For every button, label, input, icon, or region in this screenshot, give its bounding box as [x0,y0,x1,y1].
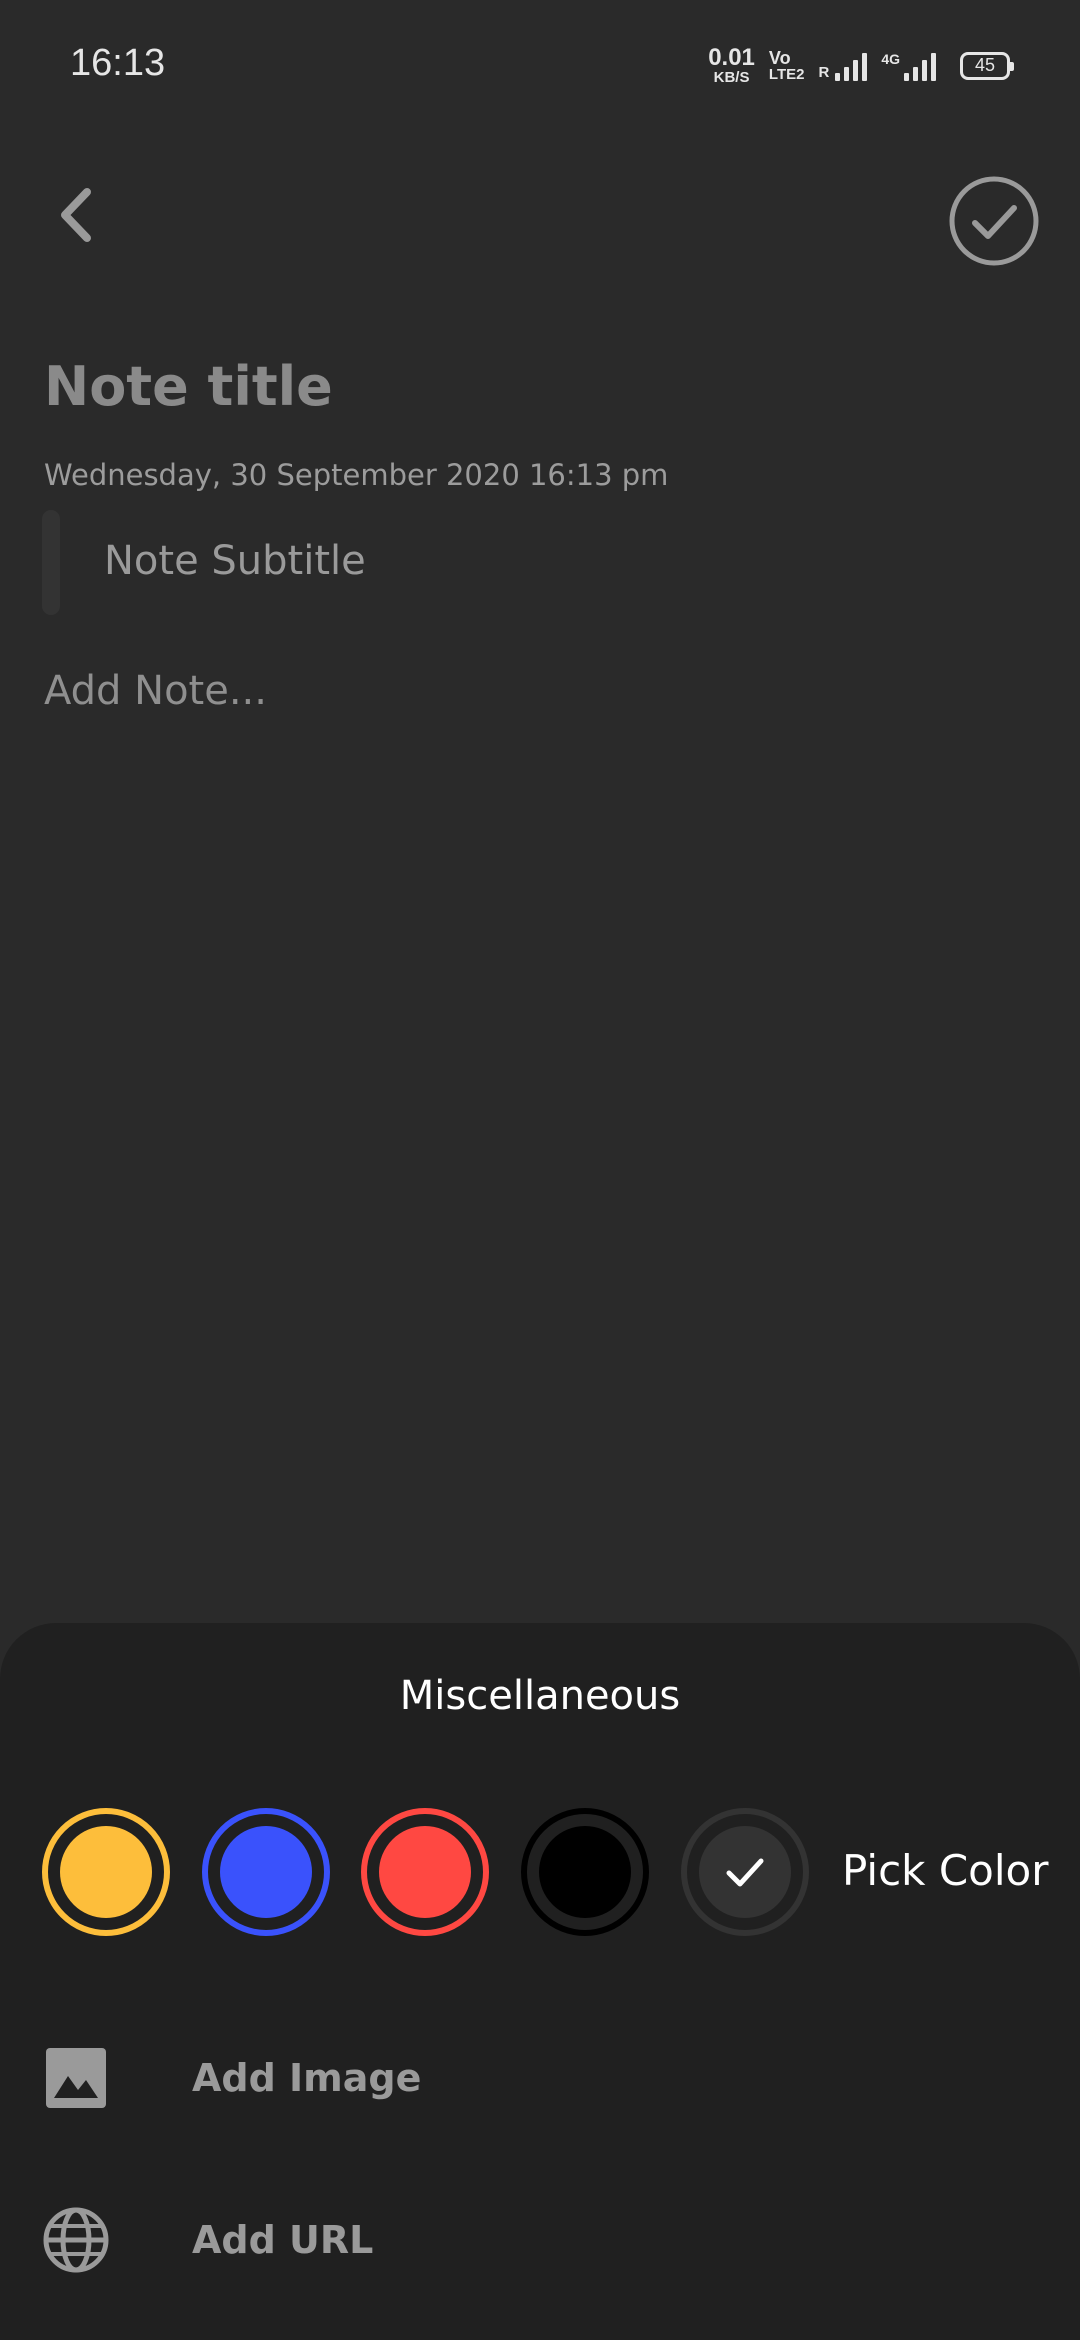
status-icons: 0.01 KB/S Vo LTE2 R 4G 45 [708,44,1014,86]
add-image-option[interactable]: Add Image [40,2033,1040,2123]
image-icon [40,2042,112,2114]
network-type-label: 4G [881,50,900,67]
color-fill-blue [220,1826,312,1918]
volte-top: Vo [768,48,791,68]
network-speed-value: 0.01 [708,44,755,71]
battery-icon: 45 [960,51,1014,80]
pick-color-label[interactable]: Pick Color [842,1846,1049,1895]
note-subtitle-input[interactable]: Note Subtitle [104,538,366,584]
color-swatch-black[interactable] [521,1808,649,1936]
network-speed: 0.01 KB/S [708,44,755,86]
add-url-label: Add URL [192,2218,374,2262]
volte-bottom: LTE2 [768,66,805,83]
color-picker-row: Pick Color [0,1808,1080,1938]
miscellaneous-sheet: Miscellaneous Pick Color Add Image Add U… [0,1623,1080,2340]
back-button[interactable] [40,180,110,250]
color-fill-black [539,1826,631,1918]
globe-icon [40,2204,112,2276]
color-fill-default [699,1826,791,1918]
signal-icon-2 [904,51,936,81]
status-bar: 16:13 0.01 KB/S Vo LTE2 R 4G 45 [0,0,1080,130]
sheet-title[interactable]: Miscellaneous [0,1673,1080,1719]
roaming-label: R [818,64,830,81]
volte-indicator: Vo LTE2 [769,49,805,82]
subtitle-indicator-bar [42,510,60,615]
color-swatch-blue[interactable] [202,1808,330,1936]
save-note-button[interactable] [948,175,1040,267]
add-url-option[interactable]: Add URL [40,2195,1040,2285]
color-swatch-red[interactable] [361,1808,489,1936]
signal-icon [835,51,868,81]
color-swatch-yellow[interactable] [42,1808,170,1936]
color-swatch-default[interactable] [681,1808,809,1936]
status-time: 16:13 [70,42,166,84]
note-datetime: Wednesday, 30 September 2020 16:13 pm [44,458,669,492]
network-speed-unit: KB/S [713,69,750,86]
color-fill-red [379,1826,471,1918]
battery-level: 45 [974,55,996,75]
add-image-label: Add Image [192,2056,422,2100]
check-circle-icon [949,176,1039,266]
note-body-input[interactable]: Add Note... [44,668,267,714]
check-icon [726,1858,764,1887]
note-title-input[interactable]: Note title [44,355,333,418]
color-fill-yellow [60,1826,152,1918]
chevron-left-icon [61,188,91,242]
note-editor-screen: 16:13 0.01 KB/S Vo LTE2 R 4G 45 Note tit… [0,0,1080,2340]
